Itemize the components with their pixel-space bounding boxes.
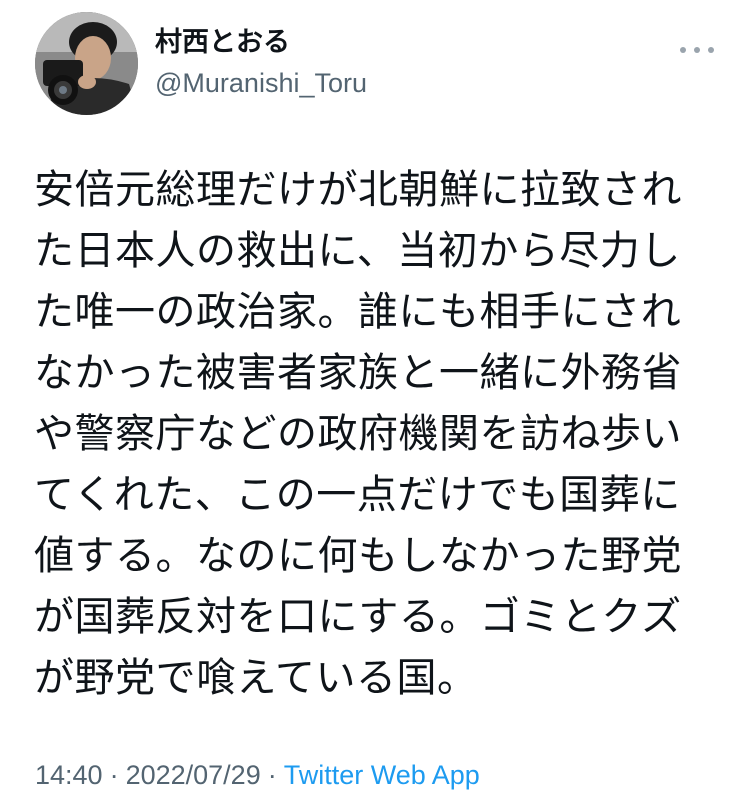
tweet-text-line: が野党で喰えている国。 (34, 655, 478, 701)
tweet-text-line: 値する。なのに何もしなかった野党 (34, 533, 682, 579)
tweet-text-line: なかった被害者家族と一緒に外務省 (34, 350, 682, 396)
tweet-metadata: 14:40 · 2022/07/29 · Twitter Web App (35, 758, 480, 792)
tweet-body: 安倍元総理だけが北朝鮮に拉致され た日本人の救出に、当初から尽力し た唯一の政治… (34, 160, 724, 709)
separator: · (267, 760, 277, 790)
dot-icon (680, 47, 686, 53)
author-avatar[interactable] (35, 12, 138, 115)
tweet-text-line: た唯一の政治家。誰にも相手にされ (34, 289, 682, 335)
tweet-text-line: 安倍元総理だけが北朝鮮に拉致され (34, 167, 682, 213)
tweet-time[interactable]: 14:40 (35, 760, 103, 790)
dot-icon (708, 47, 714, 53)
more-options-icon[interactable] (680, 44, 714, 56)
tweet-source-link[interactable]: Twitter Web App (284, 760, 480, 790)
tweet-text-line: が国葬反対を口にする。ゴミとクズ (34, 594, 682, 640)
separator: · (109, 760, 119, 790)
dot-icon (694, 47, 700, 53)
camera-photo-icon (35, 12, 138, 115)
tweet-header: 村西とおる @Muranishi_Toru (0, 0, 750, 140)
tweet-text-line: た日本人の救出に、当初から尽力し (34, 228, 681, 274)
author-handle[interactable]: @Muranishi_Toru (155, 66, 367, 100)
tweet-text-line: や警察庁などの政府機関を訪ね歩い (34, 411, 682, 457)
author-info: 村西とおる @Muranishi_Toru (155, 26, 367, 100)
author-display-name[interactable]: 村西とおる (155, 26, 367, 60)
tweet-text-line: てくれた、この一点だけでも国葬に (34, 472, 681, 518)
tweet-date[interactable]: 2022/07/29 (126, 760, 261, 790)
